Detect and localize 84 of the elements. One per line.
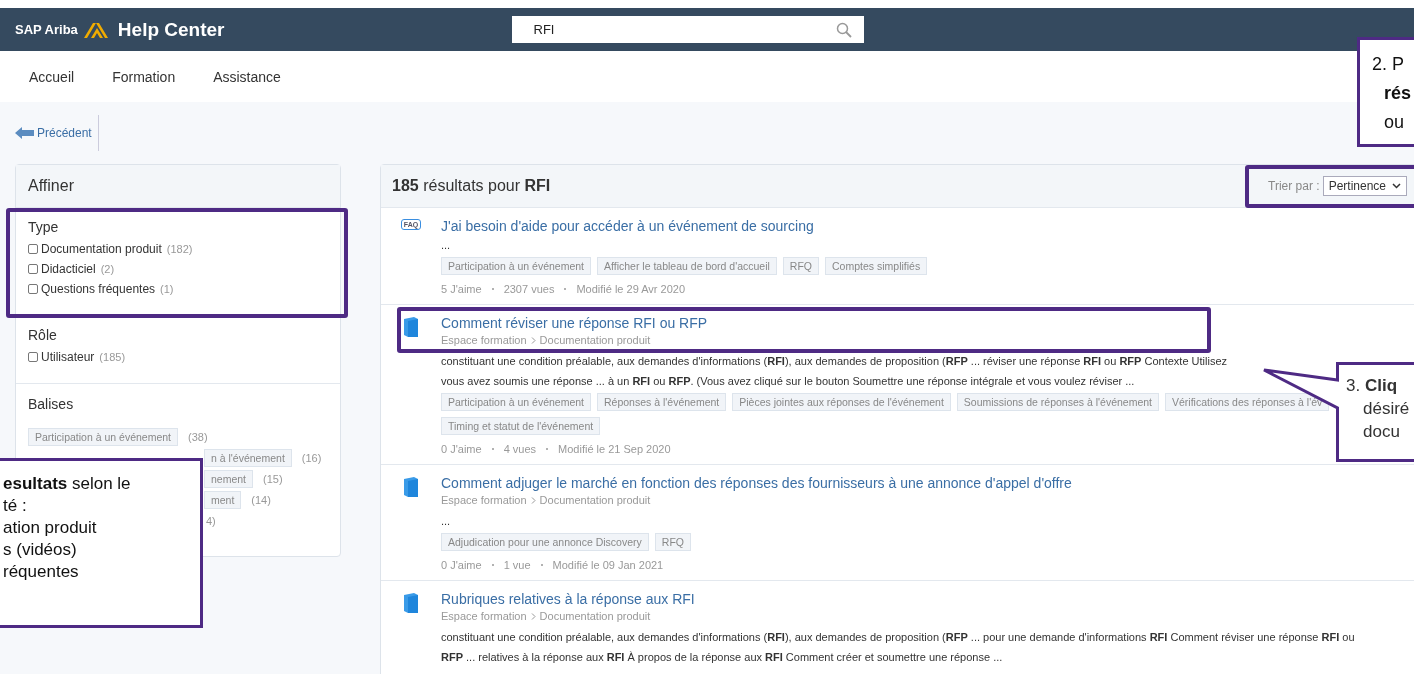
- checkbox[interactable]: [28, 244, 38, 254]
- breadcrumb-item[interactable]: Espace formation: [441, 334, 527, 347]
- tag-chip[interactable]: Afficher le tableau de bord d'accueil: [597, 257, 777, 275]
- meta-text: 0 J'aime: [441, 559, 482, 571]
- tag-count: (14): [251, 493, 271, 506]
- tag-count: (15): [263, 472, 283, 485]
- tag-count: 4): [206, 514, 216, 527]
- meta-text: 5 J'aime: [441, 283, 482, 295]
- brand-name: SAP Ariba: [15, 22, 78, 37]
- search-field[interactable]: RFI: [511, 16, 864, 43]
- tag-chip[interactable]: Participation à un événement: [441, 257, 591, 275]
- option-count: (2): [100, 263, 115, 275]
- app-title: Help Center: [117, 18, 225, 41]
- meta-text: Modifié le 09 Jan 2021: [552, 559, 664, 571]
- tag-chip[interactable]: nement: [204, 469, 254, 488]
- nav-link[interactable]: Accueil: [29, 68, 75, 85]
- nav-link[interactable]: Formation: [112, 68, 176, 85]
- panel-title: Affiner: [28, 177, 74, 195]
- callout-box: 2. P rés ou: [1357, 37, 1414, 147]
- nav-link[interactable]: Assistance: [213, 68, 281, 85]
- tag-count: (38): [188, 430, 208, 443]
- tag-chip[interactable]: Timing et statut de l'événement: [441, 417, 601, 435]
- option-label[interactable]: Utilisateur: [41, 350, 95, 364]
- meta-text: 0 J'aime: [441, 443, 482, 455]
- chevron-right-icon: [530, 497, 536, 504]
- section-title: Balises: [28, 396, 75, 412]
- chevron-down-icon: [1392, 183, 1401, 189]
- breadcrumb-item[interactable]: Documentation produit: [539, 334, 651, 347]
- section-title: Rôle: [28, 327, 58, 343]
- checkbox[interactable]: [28, 352, 38, 362]
- result-snippet: RFP ... relatives à la réponse aux RFI À propos de la réponse aux RFI Comment créer et soumettre une réponse ...: [441, 651, 1003, 663]
- result-title-link[interactable]: Comment adjuger le marché en fonction des réponses des fournisseurs à une annonce d'appel d'offre: [441, 475, 1072, 491]
- meta-text: 1 vue: [503, 559, 531, 571]
- result-snippet: ...: [441, 515, 451, 527]
- book-icon: [403, 476, 419, 498]
- tag-chip[interactable]: Réponses à l'événement: [597, 393, 727, 411]
- option-label[interactable]: Documentation produit: [41, 242, 162, 256]
- meta-text: 2307 vues: [503, 283, 555, 295]
- tag-count: (16): [301, 451, 322, 464]
- result-snippet: ...: [441, 239, 451, 251]
- option-count: (185): [99, 351, 126, 363]
- breadcrumb-item[interactable]: Espace formation: [441, 610, 527, 623]
- breadcrumb-item[interactable]: Documentation produit: [539, 494, 651, 507]
- result-snippet: constituant une condition préalable, aux demandes d'informations (RFI), aux demandes de proposition (RFP ... réviser une réponse RFI ou RFP Contexte Utilisez: [441, 355, 1227, 367]
- arrow-left-icon: [15, 127, 35, 139]
- option-label[interactable]: Didacticiel: [41, 262, 96, 276]
- option-count: (182): [166, 243, 193, 255]
- tag-chip[interactable]: ment: [204, 490, 242, 509]
- meta-text: 4 vues: [503, 443, 537, 455]
- option-count: (1): [160, 283, 174, 295]
- meta-text: Modifié le 21 Sep 2020: [558, 443, 671, 455]
- breadcrumb-item[interactable]: Documentation produit: [539, 610, 651, 623]
- result-title-link[interactable]: Comment réviser une réponse RFI ou RFP: [441, 315, 708, 331]
- tag-chip[interactable]: RFQ: [782, 257, 820, 275]
- checkbox[interactable]: [28, 264, 38, 274]
- checkbox[interactable]: [28, 284, 38, 294]
- chevron-logo-icon: [81, 20, 108, 39]
- section-title: Type: [28, 219, 60, 235]
- result-snippet: constituant une condition préalable, aux demandes d'informations (RFI), aux demandes de proposition (RFP ... pour une demande d'informations RFI Comment réviser une réponse RFI ou: [441, 631, 1355, 643]
- result-title-link[interactable]: J'ai besoin d'aide pour accéder à un événement de sourcing: [441, 218, 814, 234]
- tag-chip[interactable]: Adjudication pour une annonce Discovery: [441, 533, 649, 551]
- meta-text: Modifié le 29 Avr 2020: [576, 283, 686, 295]
- option-label[interactable]: Questions fréquentes: [41, 282, 156, 296]
- tag-chip[interactable]: Participation à un événement: [28, 427, 178, 446]
- back-link[interactable]: Précédent: [15, 115, 99, 151]
- tag-chip[interactable]: Pièces jointes aux réponses de l'événement: [732, 393, 951, 411]
- tag-chip[interactable]: Soumissions de réponses à l'événement: [956, 393, 1159, 411]
- breadcrumb-item[interactable]: Espace formation: [441, 494, 527, 507]
- results-heading: 185 résultats pour RFI: [392, 177, 552, 195]
- tag-chip[interactable]: Comptes simplifiés: [825, 257, 928, 275]
- tag-chip[interactable]: n à l'événement: [204, 448, 292, 467]
- result-snippet: vous avez soumis une réponse ... à un RFI ou RFP. (Vous avez cliqué sur le bouton Soumettre une réponse intégrale et vous voulez réviser ...: [441, 375, 1135, 387]
- chevron-right-icon: [530, 613, 536, 620]
- book-icon: [403, 316, 419, 338]
- search-icon[interactable]: [835, 21, 852, 38]
- sort-label: Trier par :: [1268, 179, 1320, 193]
- callout-box: esultats selon le té : ation produit s (vidéos) réquentes: [0, 458, 203, 628]
- tag-chip[interactable]: Participation à un événement: [441, 393, 591, 411]
- result-title-link[interactable]: Rubriques relatives à la réponse aux RFI: [441, 591, 695, 607]
- sort-dropdown[interactable]: Pertinence: [1322, 176, 1407, 196]
- chevron-right-icon: [530, 337, 536, 344]
- tag-chip[interactable]: Vérifications des réponses à l'év: [1165, 393, 1330, 411]
- tag-chip[interactable]: RFQ: [654, 533, 691, 551]
- book-icon: [403, 592, 419, 614]
